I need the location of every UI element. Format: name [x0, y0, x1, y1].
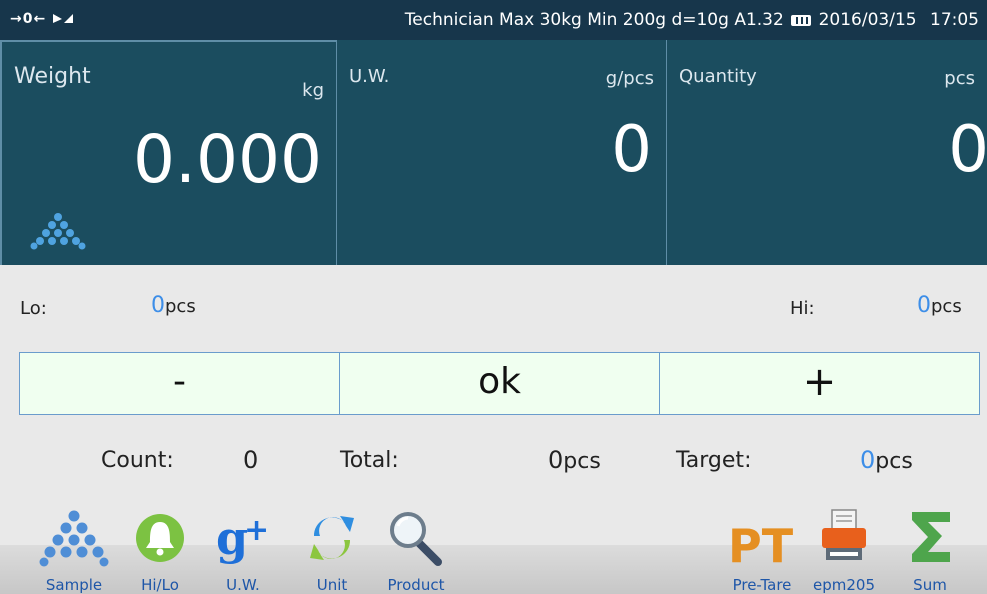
- status-date: 2016/03/15: [818, 10, 917, 30]
- quantity-label: Quantity: [679, 66, 757, 87]
- status-info: Technician Max 30kg Min 200g d=10g A1.32…: [405, 10, 979, 30]
- hi-label: Hi:: [790, 298, 815, 319]
- count-value: 0: [243, 446, 259, 474]
- sum-label: Sum: [913, 576, 947, 594]
- limit-buttons: - ok +: [19, 352, 980, 415]
- quantity-value: 0: [948, 113, 987, 187]
- zero-indicator: →0←: [10, 11, 47, 27]
- display-panels: Weight kg 0.000 U.W. g/pcs 0 Quantity pc…: [0, 40, 987, 265]
- product-button[interactable]: Product: [376, 506, 456, 594]
- weight-panel: Weight kg 0.000: [0, 40, 337, 265]
- sample-button[interactable]: Sample: [34, 506, 114, 594]
- magnifier-icon: [390, 512, 442, 566]
- target-value: 0: [860, 446, 876, 474]
- product-label: Product: [387, 576, 445, 594]
- hi-readout: 0pcs: [917, 293, 962, 318]
- weight-value: 0.000: [133, 121, 322, 198]
- print-label: epm205: [813, 576, 875, 594]
- sigma-icon: [912, 512, 950, 562]
- uw-label: U.W.: [226, 576, 260, 594]
- g-plus-icon: g +: [216, 511, 269, 565]
- svg-text:+: +: [244, 513, 269, 548]
- battery-icon: [791, 15, 812, 26]
- pre-tare-label: Pre-Tare: [732, 576, 792, 594]
- pt-icon: PT: [728, 519, 794, 568]
- pre-tare-button[interactable]: PT Pre-Tare: [722, 506, 802, 594]
- status-bar: →0← Technician Max 30kg Min 200g d=10g A…: [0, 0, 987, 40]
- quantity-panel: Quantity pcs 0: [667, 40, 987, 265]
- total-label: Total:: [340, 448, 399, 473]
- print-button[interactable]: epm205: [804, 506, 884, 594]
- bell-icon: [136, 514, 184, 562]
- unit-weight-unit: g/pcs: [605, 68, 654, 89]
- refresh-icon: [310, 516, 354, 560]
- unit-weight-label: U.W.: [349, 66, 390, 87]
- unit-weight-value: 0: [611, 113, 652, 187]
- hi-lo-label: Hi/Lo: [141, 576, 179, 594]
- lo-label: Lo:: [20, 298, 47, 319]
- plus-button[interactable]: +: [659, 352, 980, 415]
- lo-unit: pcs: [165, 296, 196, 317]
- sample-label: Sample: [45, 576, 103, 594]
- minus-button[interactable]: -: [19, 352, 340, 415]
- total-unit: pcs: [563, 449, 601, 474]
- unit-label: Unit: [316, 576, 348, 594]
- scale-info: Technician Max 30kg Min 200g d=10g A1.32: [404, 10, 784, 30]
- status-icons: →0←: [10, 11, 74, 27]
- uw-button[interactable]: g + U.W.: [208, 506, 278, 594]
- quantity-unit: pcs: [944, 68, 975, 89]
- stable-icon: [53, 14, 74, 23]
- hi-value: 0: [917, 293, 931, 318]
- status-time: 17:05: [930, 10, 979, 30]
- sum-button[interactable]: Sum: [898, 506, 962, 594]
- target-label: Target:: [676, 448, 752, 473]
- total-value: 0: [548, 446, 564, 474]
- target-unit: pcs: [875, 449, 913, 474]
- count-label: Count:: [101, 448, 174, 473]
- ok-button[interactable]: ok: [339, 352, 660, 415]
- hi-lo-button[interactable]: Hi/Lo: [128, 506, 192, 594]
- lo-value: 0: [151, 293, 165, 318]
- pyramid-icon: [30, 213, 86, 250]
- svg-text:PT: PT: [728, 519, 794, 568]
- target-readout: 0pcs: [860, 446, 913, 474]
- unit-weight-panel: U.W. g/pcs 0: [337, 40, 667, 265]
- unit-button[interactable]: Unit: [300, 506, 364, 594]
- weight-unit: kg: [302, 80, 324, 101]
- lo-readout: 0pcs: [151, 293, 196, 318]
- total-readout: 0pcs: [548, 446, 601, 474]
- hi-unit: pcs: [931, 296, 962, 317]
- weight-label: Weight: [14, 64, 91, 89]
- pyramid-icon: [39, 510, 109, 567]
- printer-icon: [822, 509, 866, 560]
